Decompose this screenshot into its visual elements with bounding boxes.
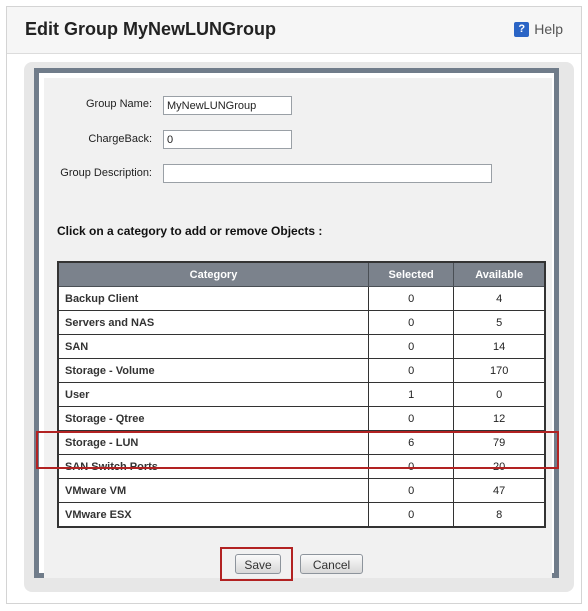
selected-cell: 6 (367, 430, 455, 455)
available-cell: 79 (453, 430, 546, 455)
table-row[interactable]: Storage - Volume 0 170 (57, 358, 546, 383)
save-button[interactable]: Save (235, 554, 281, 574)
available-cell: 4 (453, 286, 546, 311)
available-cell: 20 (453, 454, 546, 479)
instruction-text: Click on a category to add or remove Obj… (57, 224, 323, 238)
table-row[interactable]: Storage - Qtree 0 12 (57, 406, 546, 431)
header-available: Available (453, 261, 546, 287)
table-row[interactable]: SAN 0 14 (57, 334, 546, 359)
group-name-label: Group Name: (85, 98, 152, 110)
title-bar: Edit Group MyNewLUNGroup ? Help (7, 7, 581, 54)
group-description-input[interactable] (163, 164, 492, 183)
chargeback-input[interactable]: 0 (163, 130, 292, 149)
header-category: Category (57, 261, 369, 287)
table-header-row: Category Selected Available (57, 261, 546, 287)
selected-cell: 0 (367, 310, 455, 335)
category-cell[interactable]: SAN Switch Ports (57, 454, 369, 479)
help-link[interactable]: ? Help (514, 21, 563, 37)
table-row[interactable]: SAN Switch Ports 0 20 (57, 454, 546, 479)
header-selected: Selected (367, 261, 455, 287)
group-description-label: Group Description: (60, 167, 152, 179)
available-cell: 12 (453, 406, 546, 431)
table-row[interactable]: User 1 0 (57, 382, 546, 407)
available-cell: 47 (453, 478, 546, 503)
selected-cell: 1 (367, 382, 455, 407)
category-cell[interactable]: Storage - Volume (57, 358, 369, 383)
selected-cell: 0 (367, 454, 455, 479)
chargeback-label: ChargeBack: (88, 133, 152, 145)
table-row-storage-lun[interactable]: Storage - LUN 6 79 (57, 430, 546, 455)
category-cell[interactable]: Backup Client (57, 286, 369, 311)
dialog-title: Edit Group MyNewLUNGroup (25, 19, 276, 39)
category-cell[interactable]: User (57, 382, 369, 407)
available-cell: 5 (453, 310, 546, 335)
table-row[interactable]: Backup Client 0 4 (57, 286, 546, 311)
category-cell[interactable]: Storage - Qtree (57, 406, 369, 431)
available-cell: 8 (453, 502, 546, 528)
button-bar (44, 544, 552, 578)
selected-cell: 0 (367, 478, 455, 503)
category-cell[interactable]: Storage - LUN (57, 430, 369, 455)
available-cell: 0 (453, 382, 546, 407)
question-mark-icon[interactable]: ? (514, 21, 530, 37)
help-label[interactable]: Help (534, 21, 563, 37)
available-cell: 170 (453, 358, 546, 383)
category-cell[interactable]: Servers and NAS (57, 310, 369, 335)
cancel-button[interactable]: Cancel (300, 554, 363, 574)
selected-cell: 0 (367, 286, 455, 311)
category-cell[interactable]: SAN (57, 334, 369, 359)
category-cell[interactable]: VMware ESX (57, 502, 369, 528)
selected-cell: 0 (367, 406, 455, 431)
selected-cell: 0 (367, 502, 455, 528)
selected-cell: 0 (367, 358, 455, 383)
table-row[interactable]: Servers and NAS 0 5 (57, 310, 546, 335)
table-row[interactable]: VMware VM 0 47 (57, 478, 546, 503)
table-row[interactable]: VMware ESX 0 8 (57, 502, 546, 528)
selected-cell: 0 (367, 334, 455, 359)
category-table: Category Selected Available Backup Clien… (57, 261, 546, 528)
available-cell: 14 (453, 334, 546, 359)
category-cell[interactable]: VMware VM (57, 478, 369, 503)
group-name-input[interactable]: MyNewLUNGroup (163, 96, 292, 115)
